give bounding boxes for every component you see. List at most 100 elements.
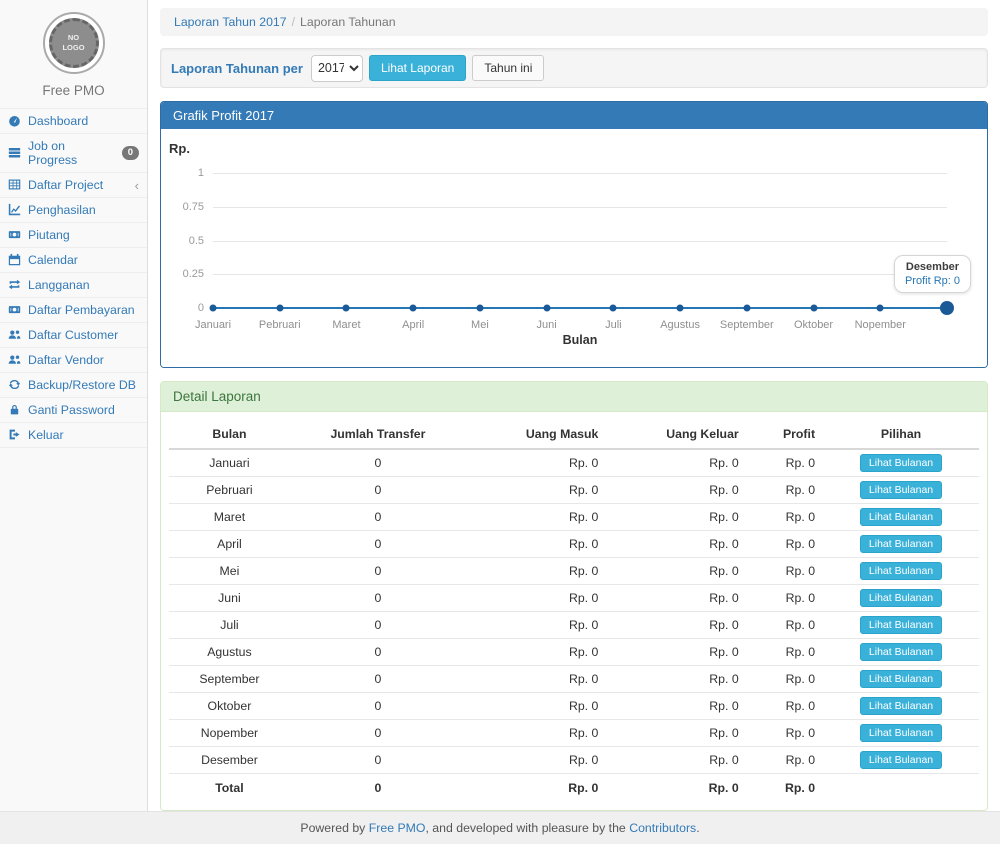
sidebar-item-label: Daftar Vendor <box>28 353 104 367</box>
table-row: Maret0Rp. 0Rp. 0Rp. 0Lihat Bulanan <box>169 504 979 531</box>
lihat-bulanan-button[interactable]: Lihat Bulanan <box>860 454 942 472</box>
cell-jumlah-transfer: 0 <box>290 666 466 693</box>
data-point-oktober[interactable] <box>810 305 817 312</box>
cell-bulan: Nopember <box>169 720 290 747</box>
cell-bulan: Oktober <box>169 693 290 720</box>
x-tick-label: Nopember <box>855 319 906 331</box>
cell-uang-keluar: Rp. 0 <box>606 558 746 585</box>
data-point-juni[interactable] <box>543 305 550 312</box>
data-point-nopember[interactable] <box>877 305 884 312</box>
lihat-bulanan-button[interactable]: Lihat Bulanan <box>860 535 942 553</box>
cell-uang-masuk: Rp. 0 <box>466 504 606 531</box>
cell-uang-keluar: Rp. 0 <box>606 531 746 558</box>
lihat-bulanan-button[interactable]: Lihat Bulanan <box>860 670 942 688</box>
profit-chart: Rp. 10.750.50.250JanuariPebruariMaretApr… <box>161 129 987 367</box>
data-point-agustus[interactable] <box>677 305 684 312</box>
sidebar-item-keluar[interactable]: Keluar <box>0 423 147 448</box>
calendar-icon <box>8 253 22 267</box>
data-point-september[interactable] <box>743 305 750 312</box>
total-cell-bulan: Total <box>169 774 290 803</box>
lihat-bulanan-button[interactable]: Lihat Bulanan <box>860 616 942 634</box>
lihat-laporan-button[interactable]: Lihat Laporan <box>369 55 466 81</box>
total-cell-jumlah-transfer: 0 <box>290 774 466 803</box>
logo-text: NO LOGO <box>62 33 84 54</box>
cell-jumlah-transfer: 0 <box>290 720 466 747</box>
app-wrapper: NO LOGO Free PMO DashboardJob on Progres… <box>0 0 1000 811</box>
table-row: Januari0Rp. 0Rp. 0Rp. 0Lihat Bulanan <box>169 449 979 477</box>
sidebar-item-daftar-vendor[interactable]: Daftar Vendor <box>0 348 147 373</box>
column-header-profit: Profit <box>747 420 823 449</box>
data-point-mei[interactable] <box>476 305 483 312</box>
data-point-april[interactable] <box>410 305 417 312</box>
breadcrumb: Laporan Tahun 2017/Laporan Tahunan <box>160 8 988 36</box>
sidebar-item-ganti-password[interactable]: Ganti Password <box>0 398 147 423</box>
y-tick-label: 1 <box>198 167 204 179</box>
sidebar-item-daftar-customer[interactable]: Daftar Customer <box>0 323 147 348</box>
cell-bulan: Juni <box>169 585 290 612</box>
table-row: Mei0Rp. 0Rp. 0Rp. 0Lihat Bulanan <box>169 558 979 585</box>
column-header-uang-masuk: Uang Masuk <box>466 420 606 449</box>
line-chart-icon <box>8 203 22 217</box>
total-cell-uang-keluar: Rp. 0 <box>606 774 746 803</box>
table-row: Juli0Rp. 0Rp. 0Rp. 0Lihat Bulanan <box>169 612 979 639</box>
cell-jumlah-transfer: 0 <box>290 747 466 774</box>
sidebar-item-daftar-pembayaran[interactable]: Daftar Pembayaran <box>0 298 147 323</box>
contributors-link[interactable]: Contributors <box>629 821 696 835</box>
lihat-bulanan-button[interactable]: Lihat Bulanan <box>860 697 942 715</box>
cell-bulan: Juli <box>169 612 290 639</box>
cell-profit: Rp. 0 <box>747 504 823 531</box>
cell-uang-keluar: Rp. 0 <box>606 666 746 693</box>
sidebar-item-calendar[interactable]: Calendar <box>0 248 147 273</box>
year-select[interactable]: 2017 <box>311 55 363 82</box>
free-pmo-link[interactable]: Free PMO <box>369 821 426 835</box>
table-row: Oktober0Rp. 0Rp. 0Rp. 0Lihat Bulanan <box>169 693 979 720</box>
lihat-bulanan-button[interactable]: Lihat Bulanan <box>860 724 942 742</box>
cell-pilihan: Lihat Bulanan <box>823 612 979 639</box>
lihat-bulanan-button[interactable]: Lihat Bulanan <box>860 589 942 607</box>
data-point-desember[interactable] <box>940 301 954 315</box>
grid-line: 0.75 <box>213 207 947 208</box>
data-point-juli[interactable] <box>610 305 617 312</box>
cell-jumlah-transfer: 0 <box>290 504 466 531</box>
breadcrumb-separator: / <box>292 15 295 29</box>
total-cell-uang-masuk: Rp. 0 <box>466 774 606 803</box>
sidebar-item-dashboard[interactable]: Dashboard <box>0 109 147 134</box>
table-header-row: BulanJumlah TransferUang MasukUang Kelua… <box>169 420 979 449</box>
data-point-januari[interactable] <box>210 305 217 312</box>
x-tick-label: Mei <box>471 319 489 331</box>
lihat-bulanan-button[interactable]: Lihat Bulanan <box>860 481 942 499</box>
cell-uang-masuk: Rp. 0 <box>466 477 606 504</box>
column-header-jumlah-transfer: Jumlah Transfer <box>290 420 466 449</box>
filter-label: Laporan Tahunan per <box>171 61 303 76</box>
footer-text-1: Powered by <box>300 821 368 835</box>
cell-uang-masuk: Rp. 0 <box>466 449 606 477</box>
sidebar-item-label: Penghasilan <box>28 203 96 217</box>
cell-pilihan: Lihat Bulanan <box>823 449 979 477</box>
cell-bulan: Agustus <box>169 639 290 666</box>
lihat-bulanan-button[interactable]: Lihat Bulanan <box>860 508 942 526</box>
table-icon <box>8 178 22 192</box>
lihat-bulanan-button[interactable]: Lihat Bulanan <box>860 562 942 580</box>
x-axis-title: Bulan <box>213 333 947 347</box>
sidebar-item-penghasilan[interactable]: Penghasilan <box>0 198 147 223</box>
sidebar-item-backup-restore-db[interactable]: Backup/Restore DB <box>0 373 147 398</box>
data-point-maret[interactable] <box>343 305 350 312</box>
main-content: Laporan Tahun 2017/Laporan Tahunan Lapor… <box>148 0 1000 811</box>
sidebar-item-piutang[interactable]: Piutang <box>0 223 147 248</box>
sidebar-item-langganan[interactable]: Langganan <box>0 273 147 298</box>
tasks-icon <box>8 146 22 160</box>
lihat-bulanan-button[interactable]: Lihat Bulanan <box>860 643 942 661</box>
cell-bulan: September <box>169 666 290 693</box>
cell-profit: Rp. 0 <box>747 639 823 666</box>
cell-bulan: April <box>169 531 290 558</box>
detail-panel-title: Detail Laporan <box>161 382 987 412</box>
cell-uang-keluar: Rp. 0 <box>606 747 746 774</box>
lihat-bulanan-button[interactable]: Lihat Bulanan <box>860 751 942 769</box>
sidebar-item-job-on-progress[interactable]: Job on Progress0 <box>0 134 147 173</box>
refresh-icon <box>8 378 22 392</box>
breadcrumb-link[interactable]: Laporan Tahun 2017 <box>174 15 287 29</box>
tahun-ini-button[interactable]: Tahun ini <box>472 55 544 81</box>
sidebar-item-daftar-project[interactable]: Daftar Project‹ <box>0 173 147 198</box>
data-point-pebruari[interactable] <box>276 305 283 312</box>
brand-name: Free PMO <box>0 83 147 98</box>
